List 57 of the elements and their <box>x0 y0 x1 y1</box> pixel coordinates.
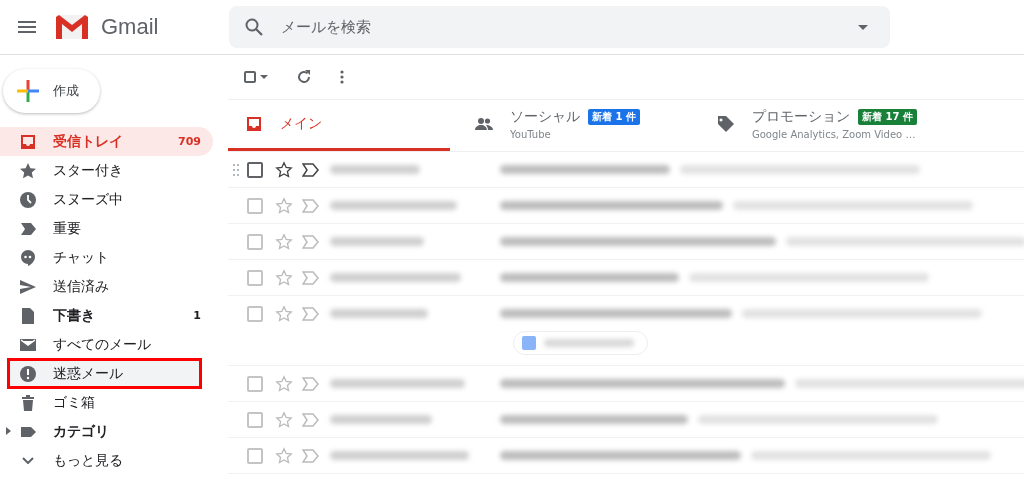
sidebar-item[interactable]: ゴミ箱 <box>0 388 213 417</box>
category-tab[interactable]: プロモーション 新着 17 件 Google Analytics, Zoom Video … <box>690 100 990 151</box>
caret-icon <box>858 24 868 30</box>
new-count-badge: 新着 1 件 <box>588 109 640 125</box>
category-tab[interactable]: ソーシャル 新着 1 件 YouTube <box>450 100 690 151</box>
envelope-logo-icon <box>55 14 89 40</box>
inbox-icon <box>244 114 264 134</box>
expand-arrow-icon[interactable] <box>6 427 11 435</box>
sidebar-item[interactable]: チャット <box>0 243 213 272</box>
sidebar-item[interactable]: 下書き 1 <box>0 301 213 330</box>
row-checkbox[interactable] <box>247 197 263 214</box>
search-bar[interactable]: メールを検索 <box>229 6 890 48</box>
star-outline-icon[interactable] <box>275 410 293 429</box>
unread-count: 1 <box>193 309 201 322</box>
star-outline-icon[interactable] <box>275 304 293 323</box>
chevron-label-icon[interactable] <box>302 162 320 177</box>
row-checkbox[interactable] <box>247 447 263 464</box>
new-count-badge: 新着 17 件 <box>858 109 917 125</box>
clock-icon <box>18 189 38 210</box>
row-checkbox[interactable] <box>247 161 263 178</box>
compose-button[interactable]: 作成 <box>3 69 100 113</box>
sidebar-item[interactable]: もっと見る <box>0 446 213 475</box>
row-checkbox[interactable] <box>247 269 263 286</box>
row-checkbox[interactable] <box>247 305 263 322</box>
chevron-down-icon <box>22 457 34 464</box>
file-icon <box>522 336 536 350</box>
sidebar-item[interactable]: 迷惑メール <box>8 359 201 388</box>
sidebar-item[interactable]: 受信トレイ 709 <box>0 127 213 156</box>
select-checkbox[interactable] <box>244 71 256 83</box>
sidebar-item[interactable]: スヌーズ中 <box>0 185 213 214</box>
star-outline-icon[interactable] <box>275 160 293 179</box>
exclamation-icon <box>18 363 38 384</box>
star-outline-icon[interactable] <box>275 374 293 393</box>
app-name: Gmail <box>101 14 159 40</box>
sidebar-item[interactable]: すべてのメール <box>0 330 213 359</box>
star-outline-icon[interactable] <box>275 196 293 215</box>
plus-icon <box>17 80 39 102</box>
unread-count: 709 <box>178 135 201 148</box>
sidebar-item[interactable]: スター付き <box>0 156 213 185</box>
row-checkbox[interactable] <box>247 411 263 428</box>
sidebar-item[interactable]: カテゴリ <box>0 417 213 446</box>
refresh-icon[interactable] <box>296 69 312 85</box>
menu-icon[interactable] <box>18 21 36 33</box>
row-checkbox[interactable] <box>247 375 263 392</box>
star-outline-icon[interactable] <box>275 446 293 465</box>
star-outline-icon[interactable] <box>275 232 293 251</box>
caret-icon[interactable] <box>260 75 268 79</box>
more-options-icon[interactable] <box>340 70 344 84</box>
speech-bubble-icon <box>18 247 38 268</box>
tag-icon <box>716 114 736 134</box>
row-checkbox[interactable] <box>247 233 263 250</box>
sidebar-item[interactable]: 送信済み <box>0 272 213 301</box>
drag-handle-icon[interactable] <box>233 163 239 176</box>
search-field[interactable]: メールを検索 <box>279 17 842 37</box>
star-outline-icon[interactable] <box>275 268 293 287</box>
sidebar-item[interactable]: 重要 <box>0 214 213 243</box>
search-icon <box>245 18 263 36</box>
